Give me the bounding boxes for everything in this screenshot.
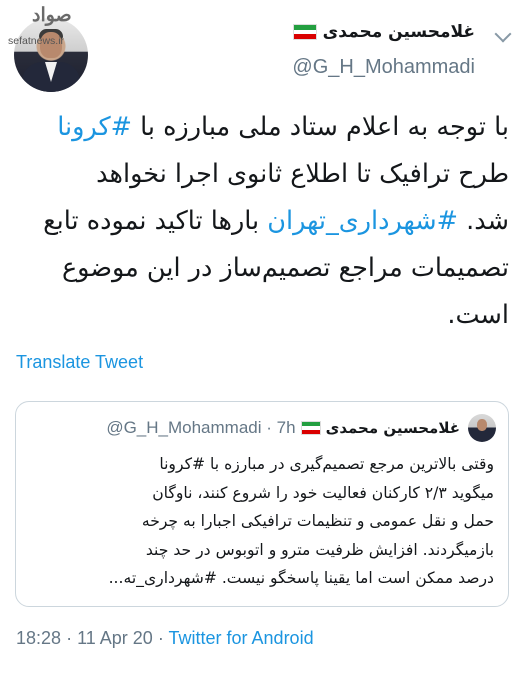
footer-separator: · xyxy=(157,628,164,648)
quoted-tweet[interactable]: غلامحسین محمدی @G_H_Mohammadi · 7h وقتی … xyxy=(15,401,509,607)
quoted-line-2: میگوید ۲/۳ کارکنان فعالیت خود را شروع کن… xyxy=(152,483,494,502)
chevron-down-icon[interactable] xyxy=(494,25,512,43)
footer-separator: · xyxy=(66,628,73,648)
tweet-date[interactable]: 11 Apr 20 xyxy=(77,628,153,648)
author-handle[interactable]: @G_H_Mohammadi xyxy=(292,56,475,79)
iran-flag-icon xyxy=(300,421,321,435)
iran-flag-icon xyxy=(292,24,317,40)
quoted-time: 7h xyxy=(276,418,296,437)
quoted-author-avatar xyxy=(468,414,496,442)
quoted-line-5: درصد ممکن است اما یقینا پاسخگو نیست. #شه… xyxy=(108,569,494,588)
quoted-line-4: بازمیگردند. افزایش ظرفیت مترو و اتوبوس د… xyxy=(145,540,494,559)
hashtag-link[interactable]: #کرونا xyxy=(57,112,132,142)
tweet-footer: 18:28 · 11 Apr 20 · Twitter for Android xyxy=(16,628,314,649)
source-app-link[interactable]: Twitter for Android xyxy=(169,628,314,648)
tweet-text: با توجه به اعلام ستاد ملی مبارزه با #کرو… xyxy=(16,104,509,339)
author-name-row[interactable]: غلامحسین محمدی xyxy=(292,22,475,42)
tweet-line-5: است. xyxy=(447,300,509,330)
quoted-separator: · xyxy=(266,418,272,437)
site-watermark: صواد sefatnews.ir xyxy=(8,2,100,48)
quoted-line-3: حمل و نقل عمومی و تنظیمات ترافیکی اجبارا… xyxy=(141,512,494,531)
quoted-meta: @G_H_Mohammadi · 7h xyxy=(106,418,295,438)
tweet-time[interactable]: 18:28 xyxy=(16,628,61,648)
hashtag-link[interactable]: #شهرداری_تهران xyxy=(267,206,458,236)
translate-tweet-link[interactable]: Translate Tweet xyxy=(16,352,143,373)
tweet-card: صواد sefatnews.ir غلامحسین محمدی @G_H_Mo… xyxy=(0,0,523,678)
quoted-line-1: وقتی بالاترین مرجع تصمیم‌گیری در مبارزه … xyxy=(159,455,494,473)
quoted-handle: @G_H_Mohammadi xyxy=(106,418,262,437)
tweet-line-1: با توجه به اعلام ستاد ملی مبارزه با #کرو… xyxy=(57,112,509,142)
quoted-tweet-text: وقتی بالاترین مرجع تصمیم‌گیری در مبارزه … xyxy=(28,450,494,593)
tweet-line-4: تصمیمات مراجع تصمیم‌ساز در این موضوع xyxy=(61,253,509,283)
author-display-name[interactable]: غلامحسین محمدی xyxy=(323,22,475,42)
tweet-line-2: طرح ترافیک تا اطلاع ثانوی اجرا نخواهد xyxy=(96,159,509,189)
quoted-tweet-header: غلامحسین محمدی @G_H_Mohammadi · 7h xyxy=(106,418,460,438)
quoted-author-name: غلامحسین محمدی xyxy=(325,419,460,437)
tweet-line-3: شد. #شهرداری_تهران بارها تاکید نموده تاب… xyxy=(43,206,509,236)
watermark-logo: صواد xyxy=(32,4,73,26)
watermark-site: sefatnews.ir xyxy=(8,35,65,47)
